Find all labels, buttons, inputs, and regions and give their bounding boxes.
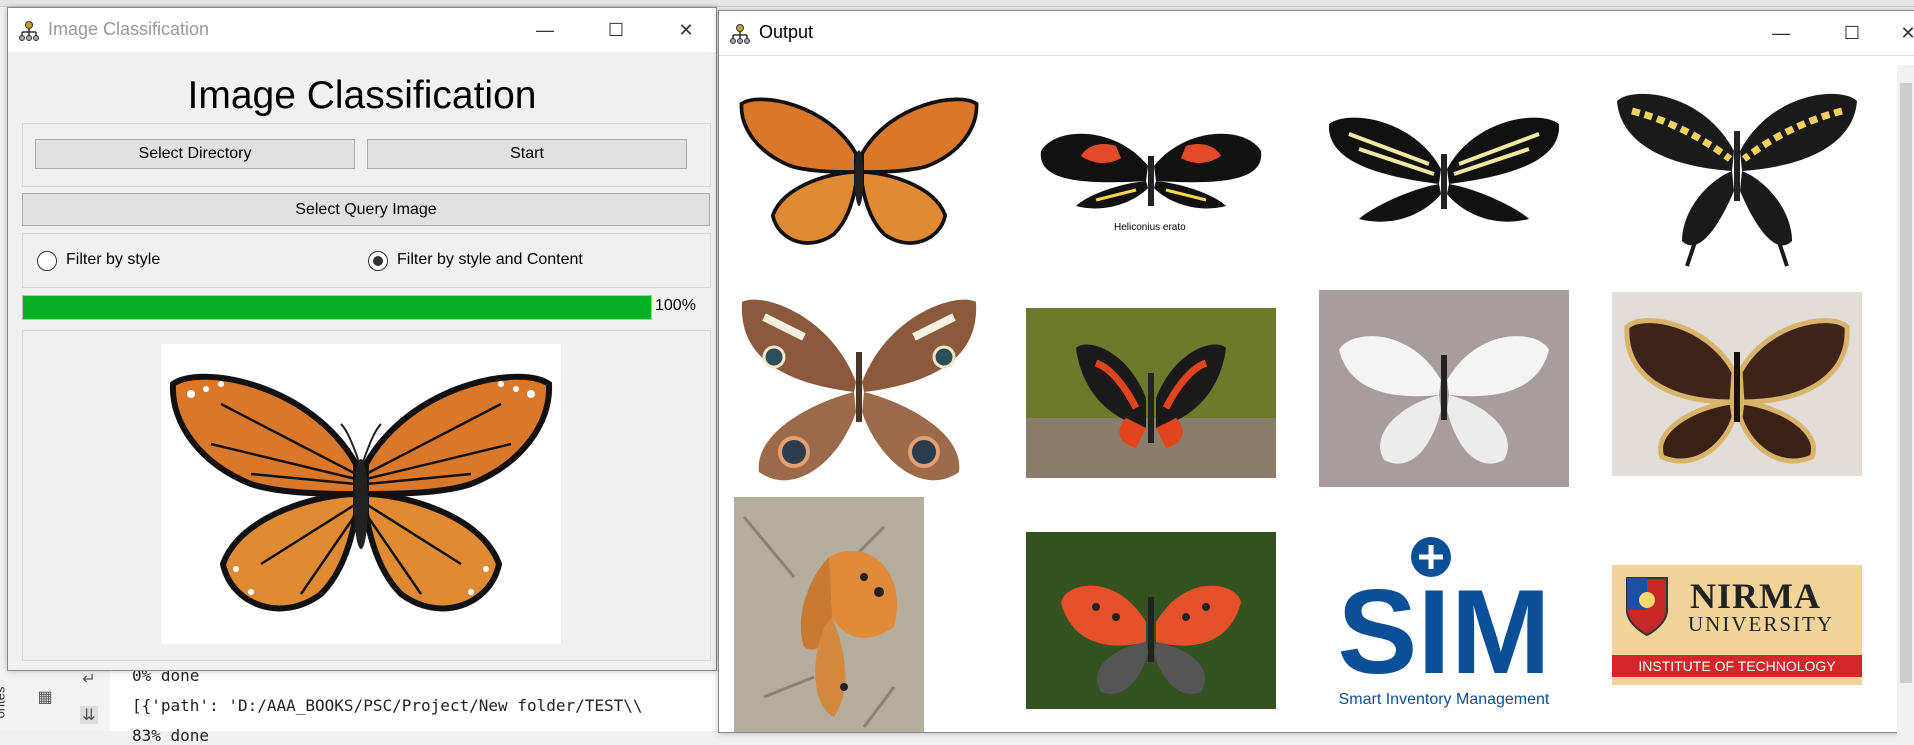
progress-bar (22, 295, 652, 320)
favorites-tab-label[interactable]: orites (0, 687, 7, 719)
start-button[interactable]: Start (367, 139, 687, 169)
maximize-icon[interactable]: ☐ (593, 14, 639, 46)
result-image-zebra[interactable] (1319, 99, 1569, 244)
result-image-nirma-logo[interactable]: NIRMA UNIVERSITY INSTITUTE OF TECHNOLOGY (1612, 565, 1862, 685)
nirma-crest-icon (1626, 577, 1668, 637)
close-icon[interactable]: ✕ (663, 14, 709, 46)
progress-fill (23, 296, 651, 319)
buckeye-butterfly-image (741, 299, 977, 481)
result-image-mourning-cloak[interactable] (1612, 292, 1862, 476)
painted-lady-butterfly-image (734, 497, 924, 732)
nirma-band: INSTITUTE OF TECHNOLOGY (1612, 655, 1862, 677)
output-title-bar[interactable]: Output — ☐ ✕ (719, 11, 1914, 56)
sim-tagline: Smart Inventory Management (1338, 691, 1550, 708)
filter-style-label[interactable]: Filter by style (66, 251, 160, 269)
result-image-monarch[interactable] (734, 79, 984, 265)
page-title: Image Classification (187, 74, 537, 117)
radio-selected-dot (373, 256, 383, 266)
nirma-subtitle: UNIVERSITY (1688, 612, 1834, 636)
result-image-buckeye[interactable] (734, 282, 984, 497)
app-icon (730, 24, 750, 44)
nirma-name: NIRMA (1690, 576, 1821, 616)
select-directory-button[interactable]: Select Directory (35, 139, 355, 169)
minimize-icon[interactable]: — (522, 14, 568, 46)
scroll-thumb[interactable] (1900, 83, 1912, 683)
directory-group: Select Directory Start (22, 123, 711, 187)
result-image-red-admiral[interactable] (1026, 308, 1276, 478)
small-copper-butterfly-image (1026, 532, 1276, 709)
heliconius-butterfly-image (1040, 133, 1262, 209)
result-image-swallowtail[interactable] (1612, 71, 1862, 271)
result-image-sim-logo[interactable]: SIM Smart Inventory Management (1319, 533, 1569, 718)
result-image-heliconius[interactable]: Heliconius erato (1026, 106, 1276, 236)
result-image-small-copper[interactable] (1026, 532, 1276, 709)
output-scrollbar[interactable] (1897, 65, 1914, 742)
monarch-butterfly-image (739, 97, 979, 245)
filter-style-content-radio[interactable] (368, 251, 388, 271)
minimize-icon[interactable]: — (1758, 17, 1804, 49)
sim-logo-image: SIM (1337, 537, 1551, 699)
filter-style-content-label[interactable]: Filter by style and Content (397, 251, 583, 269)
red-admiral-butterfly-image (1026, 308, 1276, 478)
query-image (161, 344, 561, 644)
wrap-icon[interactable]: ↵ (80, 670, 98, 688)
scroll-end-icon[interactable]: ⇊ (80, 706, 98, 724)
sim-logo-text: SIM (1337, 565, 1550, 683)
maximize-icon[interactable]: ☐ (1829, 17, 1875, 49)
white-butterfly-image (1319, 290, 1569, 487)
select-query-image-button[interactable]: Select Query Image (22, 193, 710, 226)
console-line: 83% done (132, 726, 210, 745)
ide-topbar (0, 0, 1914, 7)
swallowtail-butterfly-image (1617, 93, 1857, 267)
result-image-white[interactable] (1319, 290, 1569, 487)
image-classification-window: Image Classification — ☐ ✕ Image Classif… (7, 7, 717, 671)
query-image-panel (22, 330, 711, 661)
title-bar[interactable]: Image Classification — ☐ ✕ (8, 8, 716, 52)
filter-group: Filter by style Filter by style and Cont… (22, 233, 711, 288)
close-icon[interactable]: ✕ (1885, 17, 1914, 49)
zebra-butterfly-image (1328, 117, 1560, 222)
output-window-title: Output (759, 22, 814, 42)
filter-style-radio[interactable] (37, 251, 57, 271)
layout-icon[interactable]: ▦ (36, 688, 54, 706)
mourning-cloak-butterfly-image (1612, 292, 1862, 476)
result-caption: Heliconius erato (1114, 222, 1186, 233)
progress-label: 100% (655, 297, 696, 314)
monarch-butterfly-image (169, 373, 553, 612)
window-title: Image Classification (48, 19, 210, 39)
console-line: [{'path': 'D:/AAA_BOOKS/PSC/Project/New … (132, 696, 643, 715)
app-icon (19, 21, 39, 41)
result-image-painted-lady[interactable] (734, 497, 924, 732)
output-window: Output — ☐ ✕ Heliconius erato SIM Smart … (718, 10, 1914, 742)
